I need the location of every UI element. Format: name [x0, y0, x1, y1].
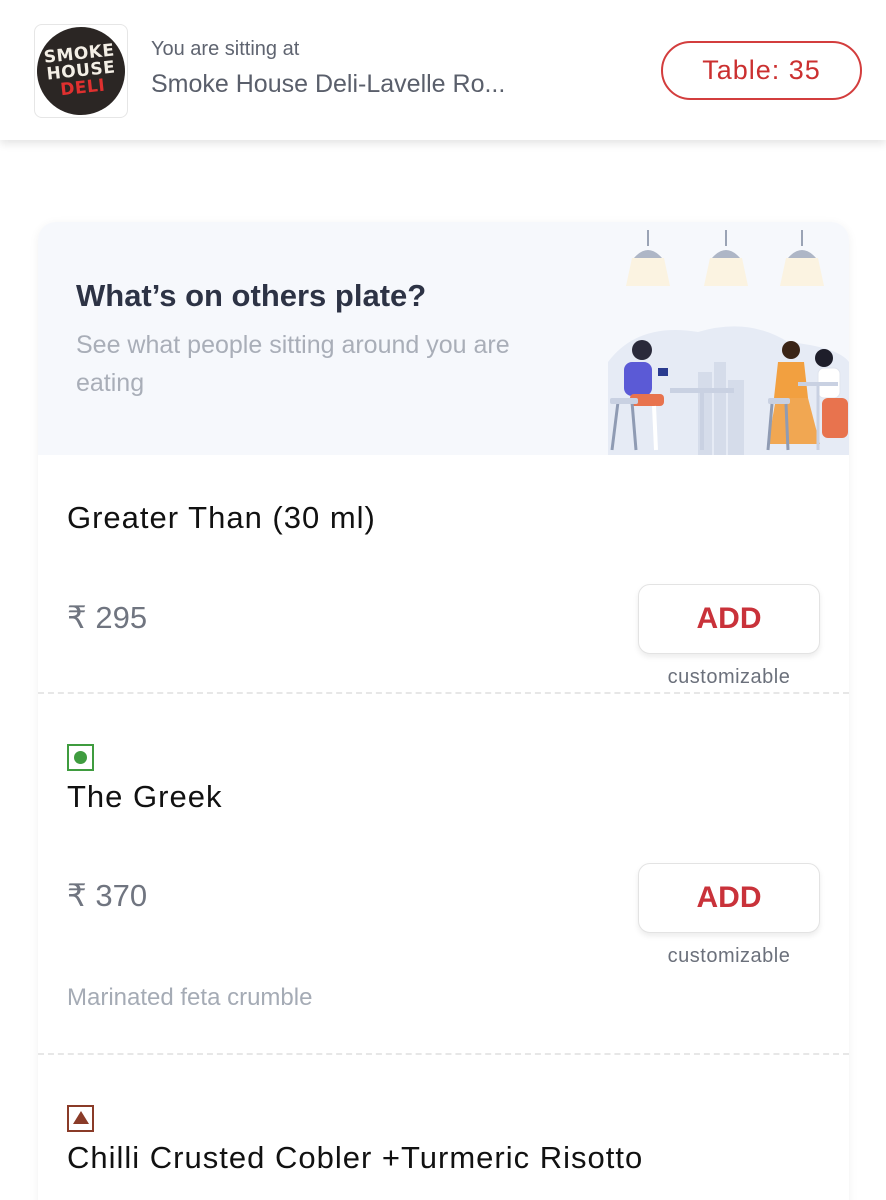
sitting-label: You are sitting at	[151, 38, 300, 60]
lamp-icon	[704, 230, 748, 286]
item-divider	[38, 692, 849, 694]
promo-title: What’s on others plate?	[76, 278, 427, 313]
add-button[interactable]: ADD	[638, 863, 820, 933]
lamp-icon	[780, 230, 824, 286]
logo-badge: SMOKE HOUSE DELI	[32, 22, 130, 120]
promo-subtitle: See what people sitting around you are e…	[76, 331, 510, 397]
menu-item-description: Marinated feta crumble	[67, 984, 313, 1011]
venue-name[interactable]: Smoke House Deli-Lavelle Ro...	[151, 70, 551, 99]
nonveg-indicator-icon	[67, 1105, 94, 1132]
menu-item-name: Chilli Crusted Cobler +Turmeric Risotto	[67, 1140, 644, 1175]
menu-item-price: ₹ 370	[67, 878, 148, 913]
item-divider	[38, 1053, 849, 1055]
others-plate-banner[interactable]: What’s on others plate? See what people …	[38, 222, 849, 455]
veg-indicator-icon	[67, 744, 94, 771]
diners-illustration	[608, 230, 849, 455]
customizable-label: customizable	[667, 666, 791, 688]
menu-item-price: ₹ 295	[67, 600, 148, 635]
header-bar: SMOKE HOUSE DELI You are sitting at Smok…	[0, 0, 886, 140]
customizable-label: customizable	[667, 945, 791, 967]
menu-item-name: The Greek	[67, 779, 223, 814]
menu-card: What’s on others plate? See what people …	[38, 222, 849, 1200]
restaurant-logo: SMOKE HOUSE DELI	[32, 22, 130, 120]
lamp-icon	[626, 230, 670, 286]
logo-text-deli: DELI	[59, 75, 107, 100]
table-number-button[interactable]: Table: 35	[661, 41, 862, 100]
add-button[interactable]: ADD	[638, 584, 820, 654]
menu-item-name: Greater Than (30 ml)	[67, 500, 376, 535]
